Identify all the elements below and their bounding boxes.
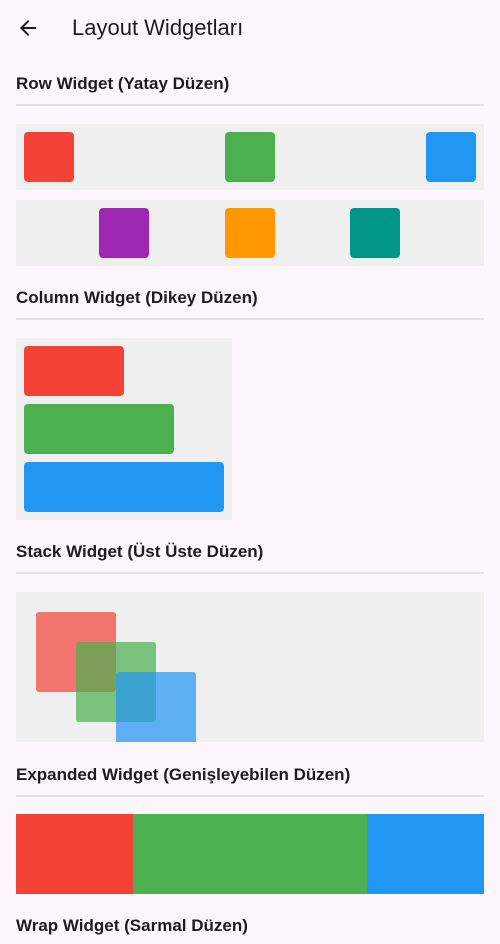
red-bar — [24, 346, 124, 396]
teal-box — [350, 208, 400, 258]
section-divider — [16, 572, 484, 574]
stack-section-title: Stack Widget (Üst Üste Düzen) — [16, 542, 264, 561]
blue-box — [426, 132, 476, 182]
row-section-title: Row Widget (Yatay Düzen) — [16, 74, 230, 93]
blue-bar — [24, 462, 224, 512]
arrow-back-icon — [20, 20, 36, 36]
blue-stacked-square — [116, 672, 196, 742]
row-spacebetween-panel — [16, 124, 484, 190]
page-title: Layout Widgetları — [72, 15, 244, 40]
section-divider — [16, 104, 484, 106]
orange-box — [225, 208, 275, 258]
red-box — [24, 132, 74, 182]
section-divider — [16, 795, 484, 797]
app-bar: Layout Widgetları — [0, 0, 500, 56]
blue-expanded-block — [367, 814, 484, 894]
wrap-section-title: Wrap Widget (Sarmal Düzen) — [16, 916, 248, 935]
column-panel — [16, 338, 232, 520]
expanded-row — [16, 814, 484, 894]
section-divider — [16, 318, 484, 320]
stack-panel — [16, 592, 484, 742]
purple-box — [99, 208, 149, 258]
green-box — [225, 132, 275, 182]
row-spaceevenly-panel — [16, 200, 484, 266]
expanded-section-title: Expanded Widget (Genişleyebilen Düzen) — [16, 765, 351, 784]
green-bar — [24, 404, 174, 454]
red-expanded-block — [16, 814, 133, 894]
back-button[interactable] — [8, 8, 48, 48]
green-expanded-block — [133, 814, 367, 894]
column-section-title: Column Widget (Dikey Düzen) — [16, 288, 258, 307]
